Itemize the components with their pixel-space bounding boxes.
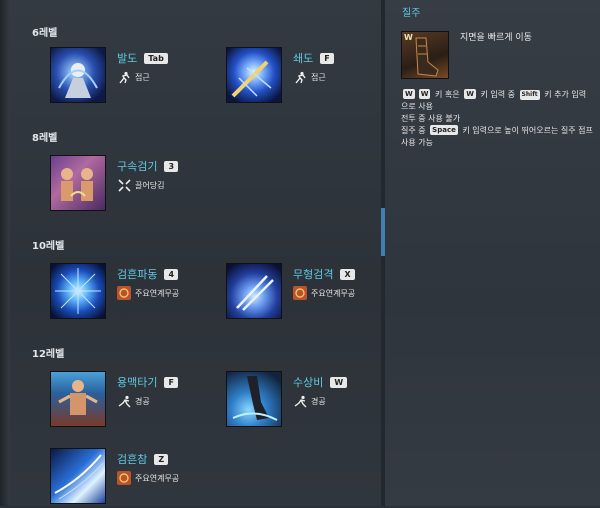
skill-icon-muhyeonggeomgyeok	[226, 263, 282, 319]
window-left-border	[0, 0, 10, 506]
skill-card-susangbi[interactable]: 수상비 W 경공	[226, 371, 396, 431]
lightfoot-icon	[117, 394, 131, 408]
skill-name: 검흔참	[117, 453, 148, 466]
skill-name: 쇄도	[293, 52, 314, 65]
skill-card-muhyeonggeomgyeok[interactable]: 무형검격 X 주요연계무공	[226, 263, 396, 323]
combo-skill-icon	[117, 471, 131, 485]
skill-tag: 접근	[311, 72, 326, 82]
detail-icon-badge: W	[404, 33, 413, 42]
skill-tag: 접근	[135, 72, 150, 82]
skill-name: 수상비	[293, 376, 324, 389]
level-header-10: 10레벨	[32, 241, 65, 252]
combo-skill-icon	[117, 286, 131, 300]
key-w: W	[403, 89, 415, 99]
key-space: Space	[430, 125, 458, 135]
skill-card-geomheuncham[interactable]: 검흔참 Z 주요연계무공	[50, 448, 220, 508]
level-header-12: 12레벨	[32, 349, 65, 360]
skill-icon-susangbi	[226, 371, 282, 427]
skill-icon-yongmaektagi	[50, 371, 106, 427]
skill-card-yongmaektagi[interactable]: 용맥타기 F 경공	[50, 371, 220, 431]
skill-icon-geomheuncham	[50, 448, 106, 504]
desc-text: 키 입력 중	[480, 90, 515, 99]
key-badge: 3	[164, 161, 179, 172]
skill-name: 용맥타기	[117, 376, 158, 389]
key-badge: Tab	[144, 53, 168, 64]
skill-name: 무형검격	[293, 268, 334, 281]
skill-tag: 주요연계무공	[135, 473, 180, 483]
key-badge: 4	[164, 269, 179, 280]
skill-card-guseokgeomgi[interactable]: 구속검기 3 끌어당김	[50, 155, 220, 215]
key-badge: X	[340, 269, 355, 280]
combo-skill-icon	[293, 286, 307, 300]
skill-icon-geomheunpadong	[50, 263, 106, 319]
skill-card-baldo[interactable]: 발도 Tab 접근	[50, 47, 220, 107]
sprint-boots-icon: W	[401, 31, 449, 79]
detail-title: 질주	[402, 8, 421, 19]
key-badge: Z	[154, 454, 169, 465]
skill-name: 발도	[117, 52, 138, 65]
key-badge: F	[164, 377, 178, 388]
key-w: W	[418, 89, 431, 99]
skill-name: 검흔파동	[117, 268, 158, 281]
desc-text: 키 혹은	[435, 90, 460, 99]
desc-line-2: 전투 중 사용 불가	[401, 114, 461, 123]
skill-icon-baldo	[50, 47, 106, 103]
approach-icon	[117, 70, 131, 84]
skill-card-geomheunpadong[interactable]: 검흔파동 4 주요연계무공	[50, 263, 220, 323]
key-shift: Shift	[519, 90, 540, 100]
lightfoot-icon	[293, 394, 307, 408]
skill-icon-swaedo	[226, 47, 282, 103]
skill-tag: 주요연계무공	[311, 288, 356, 298]
skill-tag: 끌어당김	[135, 180, 165, 190]
skill-icon-guseokgeomgi	[50, 155, 106, 211]
key-badge: F	[320, 53, 334, 64]
pull-icon	[117, 178, 131, 192]
approach-icon	[293, 70, 307, 84]
skill-card-swaedo[interactable]: 쇄도 F 접근	[226, 47, 396, 107]
detail-subtitle: 지면을 빠르게 이동	[460, 33, 532, 43]
skill-tag: 경공	[135, 396, 150, 406]
key-w: W	[464, 89, 476, 99]
skill-tag: 주요연계무공	[135, 288, 180, 298]
skill-tag: 경공	[311, 396, 326, 406]
desc-text: 질주 중	[401, 126, 426, 135]
skill-name: 구속검기	[117, 160, 158, 173]
detail-description: WW 키 혹은 W 키 입력 중 Shift 키 추가 입력으로 사용 전투 중…	[401, 89, 593, 149]
key-badge: W	[330, 377, 348, 388]
level-header-6: 6레벨	[32, 28, 58, 39]
level-header-8: 8레벨	[32, 133, 58, 144]
